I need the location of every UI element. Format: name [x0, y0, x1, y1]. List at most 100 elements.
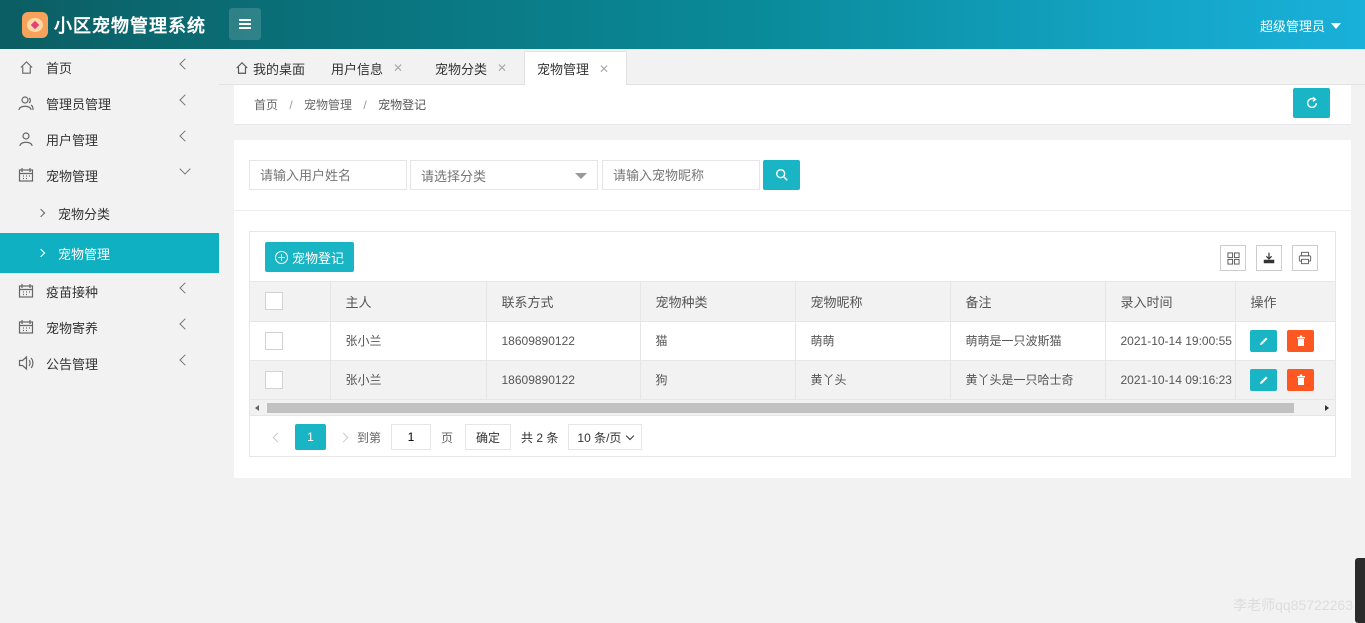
sidebar-item-admins[interactable]: 管理员管理	[0, 85, 219, 121]
table-toolbar: 宠物登记	[250, 232, 1335, 282]
tab-label: 宠物分类	[435, 61, 488, 77]
category-select[interactable]: 请选择分类	[410, 160, 598, 190]
user-name: 超级管理员	[1259, 19, 1325, 34]
row-checkbox[interactable]	[265, 370, 283, 389]
top-header: 小区宠物管理系统 超级管理员	[0, 0, 1365, 49]
tab-desktop[interactable]: 我的桌面	[223, 51, 317, 85]
breadcrumb-home[interactable]: 首页	[254, 98, 278, 112]
scrollbar-thumb[interactable]	[267, 403, 1294, 413]
add-pet-button[interactable]: 宠物登记	[265, 242, 355, 272]
tab-user-info[interactable]: 用户信息 ✕	[319, 51, 415, 85]
delete-button[interactable]	[1286, 329, 1314, 352]
chevron-left-icon	[179, 318, 191, 330]
edit-button[interactable]	[1249, 329, 1277, 352]
breadcrumb-parent[interactable]: 宠物管理	[304, 98, 352, 112]
sidebar-item-label: 用户管理	[46, 132, 99, 148]
select-all-cell	[250, 282, 331, 322]
sidebar-subitem-pet-manage[interactable]: 宠物管理	[0, 233, 219, 273]
note-cell: 萌萌是一只波斯猫	[950, 321, 1106, 361]
column-header[interactable]: 主人	[330, 282, 487, 322]
sidebar-subitem-pet-category[interactable]: 宠物分类	[0, 193, 219, 233]
grid-icon	[1226, 251, 1240, 265]
sidebar-item-vaccine[interactable]: 疫苗接种	[0, 273, 219, 309]
user-menu[interactable]: 超级管理员	[1260, 16, 1341, 35]
table-row: 张小兰 18609890122 猫 萌萌 萌萌是一只波斯猫 2021-10-14…	[250, 321, 1336, 361]
search-icon	[775, 169, 788, 181]
sidebar-item-notice[interactable]: 公告管理	[0, 345, 219, 381]
tab-label: 用户信息	[331, 61, 384, 77]
column-header[interactable]: 备注	[950, 282, 1106, 322]
sidebar-subitem-label: 宠物管理	[58, 246, 111, 262]
owner-cell: 张小兰	[330, 321, 487, 361]
column-header: 操作	[1235, 282, 1336, 322]
chevron-left-icon	[179, 58, 191, 70]
close-icon[interactable]: ✕	[497, 61, 507, 75]
pagination: 1 到第 页 确定 共 2 条 10 条/页	[250, 417, 1335, 457]
column-header[interactable]: 联系方式	[486, 282, 641, 322]
column-header[interactable]: 宠物昵称	[795, 282, 951, 322]
menu-toggle-button[interactable]	[229, 8, 261, 40]
page-size-select[interactable]: 10 条/页	[568, 424, 643, 450]
pet-nickname-input[interactable]	[602, 160, 760, 190]
sidebar-item-label: 宠物管理	[46, 168, 99, 184]
sidebar-item-boarding[interactable]: 宠物寄养	[0, 309, 219, 345]
close-icon[interactable]: ✕	[599, 62, 609, 76]
tab-pet-manage[interactable]: 宠物管理 ✕	[524, 51, 627, 85]
goto-label: 到第	[357, 430, 382, 445]
row-checkbox[interactable]	[265, 331, 283, 350]
horizontal-scrollbar[interactable]	[250, 400, 1335, 416]
page-1-button[interactable]: 1	[295, 424, 326, 450]
column-header[interactable]: 宠物种类	[640, 282, 796, 322]
sidebar-item-pets[interactable]: 宠物管理	[0, 157, 219, 193]
select-all-checkbox[interactable]	[265, 292, 283, 311]
chevron-left-icon	[179, 94, 191, 106]
chevron-right-icon	[36, 208, 46, 218]
pet-nickname-cell: 萌萌	[795, 321, 951, 361]
sidebar-item-label: 疫苗接种	[46, 284, 99, 300]
tab-pet-category[interactable]: 宠物分类 ✕	[423, 51, 519, 85]
column-header[interactable]: 录入时间	[1105, 282, 1236, 322]
divider	[234, 210, 1351, 211]
note-cell: 黄丫头是一只哈士奇	[950, 360, 1106, 400]
edit-button[interactable]	[1249, 368, 1277, 391]
user-name-input[interactable]	[249, 160, 407, 190]
plus-circle-icon	[275, 250, 288, 264]
scroll-right-icon[interactable]	[1325, 405, 1329, 411]
close-icon[interactable]: ✕	[393, 61, 403, 75]
edge-widget	[1355, 558, 1365, 623]
refresh-button[interactable]	[1293, 88, 1330, 118]
chevron-left-icon	[179, 130, 191, 142]
search-button[interactable]	[763, 160, 800, 190]
user-icon	[18, 131, 34, 147]
next-page-icon[interactable]	[338, 432, 349, 442]
pet-type-cell: 狗	[640, 360, 796, 400]
calendar-icon	[18, 319, 34, 335]
table-header-row: 主人 联系方式 宠物种类 宠物昵称 备注 录入时间 操作	[250, 282, 1336, 322]
total-count: 共 2 条	[521, 430, 559, 445]
calendar-icon	[18, 283, 34, 299]
export-icon	[1263, 252, 1275, 264]
goto-confirm-button[interactable]: 确定	[465, 424, 512, 450]
add-pet-label: 宠物登记	[292, 250, 345, 266]
chevron-left-icon	[179, 354, 191, 366]
scroll-left-icon[interactable]	[255, 405, 259, 411]
sidebar-item-label: 宠物寄养	[46, 320, 99, 336]
print-button[interactable]	[1292, 245, 1318, 271]
time-cell: 2021-10-14 19:00:55	[1105, 321, 1236, 361]
refresh-icon	[1306, 96, 1317, 109]
export-button[interactable]	[1256, 245, 1282, 271]
page-number-input[interactable]	[391, 424, 432, 450]
sidebar-item-home[interactable]: 首页	[0, 49, 219, 85]
time-cell: 2021-10-14 09:16:23	[1105, 360, 1236, 400]
chevron-left-icon	[179, 282, 191, 294]
prev-page-icon[interactable]	[272, 432, 283, 442]
phone-cell: 18609890122	[486, 360, 641, 400]
hamburger-icon	[239, 23, 251, 25]
delete-button[interactable]	[1286, 368, 1314, 391]
sidebar-subitem-label: 宠物分类	[58, 206, 111, 222]
tab-label: 我的桌面	[253, 61, 306, 77]
sidebar-item-label: 首页	[46, 60, 73, 76]
main-panel: 请选择分类 宠物登记	[234, 140, 1351, 478]
sidebar-item-users[interactable]: 用户管理	[0, 121, 219, 157]
columns-filter-button[interactable]	[1220, 245, 1246, 271]
